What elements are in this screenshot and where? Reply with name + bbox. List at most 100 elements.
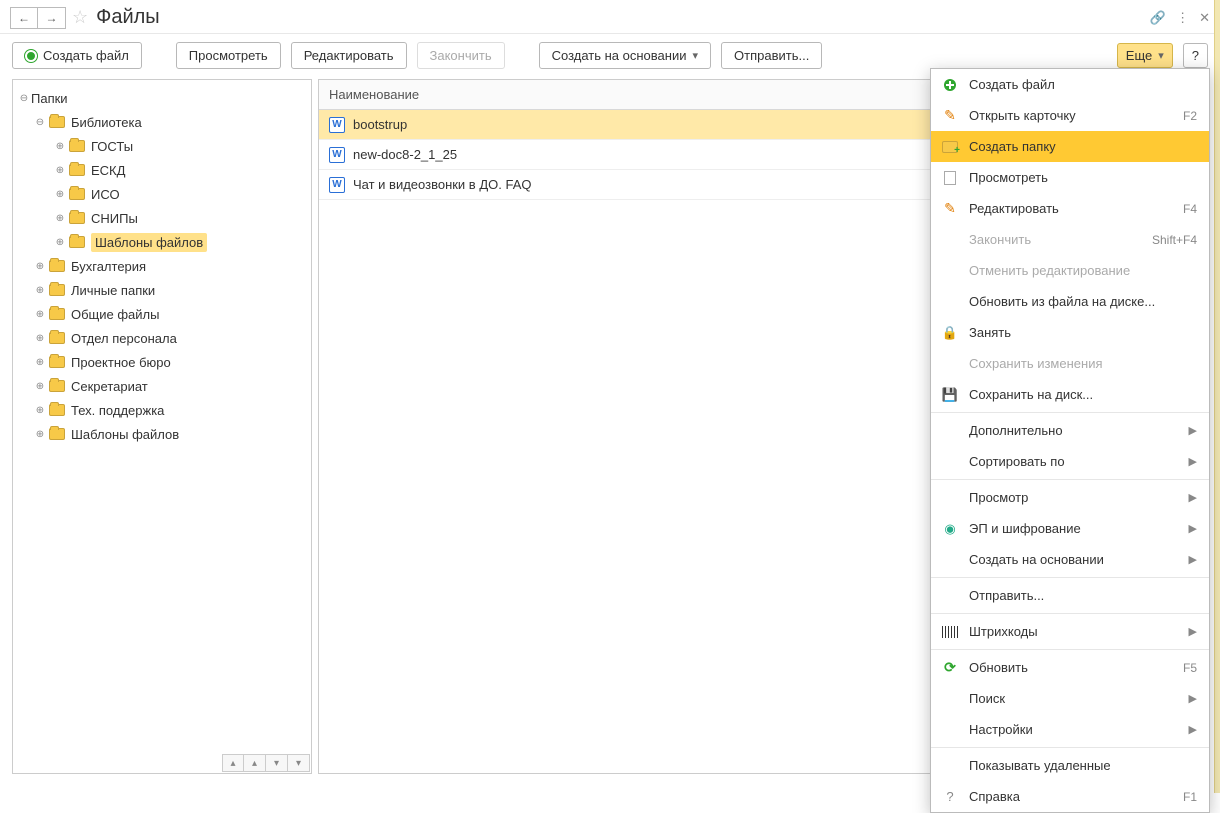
tree-node[interactable]: ⊕ ИСО — [17, 182, 307, 206]
tree-twisty-icon[interactable]: ⊕ — [33, 285, 47, 296]
menu-item-shortcut: F1 — [1183, 790, 1197, 804]
folder-icon — [69, 164, 85, 176]
menu-item[interactable]: 💾Сохранить на диск... — [931, 379, 1209, 410]
submenu-chevron-icon: ▶ — [1189, 522, 1197, 535]
menu-separator — [931, 577, 1209, 578]
tree-node[interactable]: ⊕Шаблоны файлов — [17, 422, 307, 446]
more-button[interactable]: Еще — [1117, 43, 1173, 68]
menu-item-icon: ✎ — [941, 200, 959, 217]
file-name: new-doc8-2_1_25 — [353, 147, 457, 162]
tree-twisty-icon[interactable]: ⊖ — [33, 117, 47, 128]
folder-icon — [49, 356, 65, 368]
menu-item[interactable]: ✎Открыть карточкуF2 — [931, 100, 1209, 131]
folder-icon — [49, 332, 65, 344]
menu-item[interactable]: Штрихкоды▶ — [931, 616, 1209, 647]
create-from-button[interactable]: Создать на основании — [539, 42, 711, 69]
tree-node[interactable]: ⊕ Тех. поддержка — [17, 398, 307, 422]
tree-node-label: Личные папки — [71, 283, 155, 298]
tree-node-label: Бухгалтерия — [71, 259, 146, 274]
tree-twisty-icon[interactable]: ⊕ — [53, 165, 67, 176]
menu-item-label: Открыть карточку — [969, 108, 1173, 123]
menu-item[interactable]: Дополнительно▶ — [931, 415, 1209, 446]
tree-node[interactable]: ⊕ЕСКД — [17, 158, 307, 182]
tree-twisty-icon[interactable]: ⊕ — [33, 333, 47, 344]
menu-item-label: Создать на основании — [969, 552, 1179, 567]
menu-item-label: Просмотр — [969, 490, 1179, 505]
menu-item: ЗакончитьShift+F4 — [931, 224, 1209, 255]
menu-item[interactable]: ◉ЭП и шифрование▶ — [931, 513, 1209, 544]
menu-item-label: Штрихкоды — [969, 624, 1179, 639]
submenu-chevron-icon: ▶ — [1189, 424, 1197, 437]
menu-item[interactable]: Обновить из файла на диске... — [931, 286, 1209, 317]
menu-item[interactable]: Создать папку — [931, 131, 1209, 162]
nav-back-button[interactable]: ← — [10, 7, 38, 29]
tree-twisty-icon[interactable]: ⊕ — [53, 189, 67, 200]
create-file-button[interactable]: Создать файл — [12, 42, 142, 69]
submenu-chevron-icon: ▶ — [1189, 723, 1197, 736]
tree-node[interactable]: ⊕ Личные папки — [17, 278, 307, 302]
tree-node-label: ИСО — [91, 187, 120, 202]
favorite-star-icon[interactable]: ☆ — [72, 7, 88, 28]
menu-separator — [931, 412, 1209, 413]
submenu-chevron-icon: ▶ — [1189, 455, 1197, 468]
tree-node[interactable]: ⊕ГОСТы — [17, 134, 307, 158]
col-name-label: Наименование — [329, 87, 419, 102]
tree-twisty-icon[interactable]: ⊕ — [33, 357, 47, 368]
nav-forward-button[interactable]: → — [38, 7, 66, 29]
tree-node-label: Секретариат — [71, 379, 148, 394]
menu-item[interactable]: ✎РедактироватьF4 — [931, 193, 1209, 224]
tree-node[interactable]: ⊕Общие файлы — [17, 302, 307, 326]
menu-item[interactable]: Просмотреть — [931, 162, 1209, 193]
tree-up-button[interactable]: ▴ — [244, 754, 266, 772]
tree-twisty-icon[interactable]: ⊕ — [33, 309, 47, 320]
tree-node[interactable]: ⊕Проектное бюро — [17, 350, 307, 374]
help-button[interactable]: ? — [1183, 43, 1208, 68]
tree-node[interactable]: ⊕ Бухгалтерия — [17, 254, 307, 278]
col-name[interactable]: Наименование↓ — [319, 80, 949, 109]
menu-item[interactable]: ⟳ОбновитьF5 — [931, 652, 1209, 683]
menu-item-label: Настройки — [969, 722, 1179, 737]
kebab-menu-icon[interactable]: ⋮ — [1176, 10, 1189, 26]
tree-node[interactable]: ⊕СНИПы — [17, 206, 307, 230]
tree-node[interactable]: ⊕ Отдел персонала — [17, 326, 307, 350]
menu-item: Сохранить изменения — [931, 348, 1209, 379]
menu-item[interactable]: Показывать удаленные — [931, 750, 1209, 781]
menu-item: Отменить редактирование — [931, 255, 1209, 286]
tree-collapse-all-button[interactable]: ▴ — [222, 754, 244, 772]
tree-node[interactable]: ⊖Папки — [17, 86, 307, 110]
link-icon[interactable]: 🔗 — [1150, 10, 1166, 26]
menu-item[interactable]: Создать файл — [931, 69, 1209, 100]
tree-expand-all-button[interactable]: ▾ — [288, 754, 310, 772]
menu-item-icon: ◉ — [941, 521, 959, 537]
edit-button[interactable]: Редактировать — [291, 42, 407, 69]
tree-controls: ▴ ▴ ▾ ▾ — [222, 754, 310, 772]
tree-node-label: Шаблоны файлов — [91, 233, 207, 252]
menu-item[interactable]: 🔒Занять — [931, 317, 1209, 348]
menu-item-shortcut: Shift+F4 — [1152, 233, 1197, 247]
tree-node-label: Отдел персонала — [71, 331, 177, 346]
tree-node[interactable]: ⊕ Секретариат — [17, 374, 307, 398]
tree-node[interactable]: ⊕ Шаблоны файлов — [17, 230, 307, 254]
menu-item[interactable]: Сортировать по▶ — [931, 446, 1209, 477]
menu-item[interactable]: Просмотр▶ — [931, 482, 1209, 513]
tree-twisty-icon[interactable]: ⊕ — [33, 429, 47, 440]
tree-twisty-icon[interactable]: ⊕ — [33, 381, 47, 392]
menu-item[interactable]: Поиск▶ — [931, 683, 1209, 714]
menu-item[interactable]: Настройки ▶ — [931, 714, 1209, 745]
tree-twisty-icon[interactable]: ⊕ — [53, 213, 67, 224]
menu-item-icon: ⟳ — [941, 659, 959, 676]
menu-item[interactable]: Создать на основании▶ — [931, 544, 1209, 575]
tree-twisty-icon[interactable]: ⊕ — [53, 141, 67, 152]
menu-item[interactable]: Отправить... — [931, 580, 1209, 611]
tree-twisty-icon[interactable]: ⊕ — [33, 405, 47, 416]
close-icon[interactable]: ✕ — [1199, 10, 1210, 26]
menu-item[interactable]: ?СправкаF1 — [931, 781, 1209, 812]
tree-node[interactable]: ⊖Библиотека — [17, 110, 307, 134]
send-button[interactable]: Отправить... — [721, 42, 822, 69]
view-button[interactable]: Просмотреть — [176, 42, 281, 69]
tree-down-button[interactable]: ▾ — [266, 754, 288, 772]
tree-node-label: Тех. поддержка — [71, 403, 164, 418]
tree-twisty-icon[interactable]: ⊕ — [33, 261, 47, 272]
tree-twisty-icon[interactable]: ⊕ — [53, 237, 67, 248]
tree-twisty-icon[interactable]: ⊖ — [17, 93, 31, 104]
